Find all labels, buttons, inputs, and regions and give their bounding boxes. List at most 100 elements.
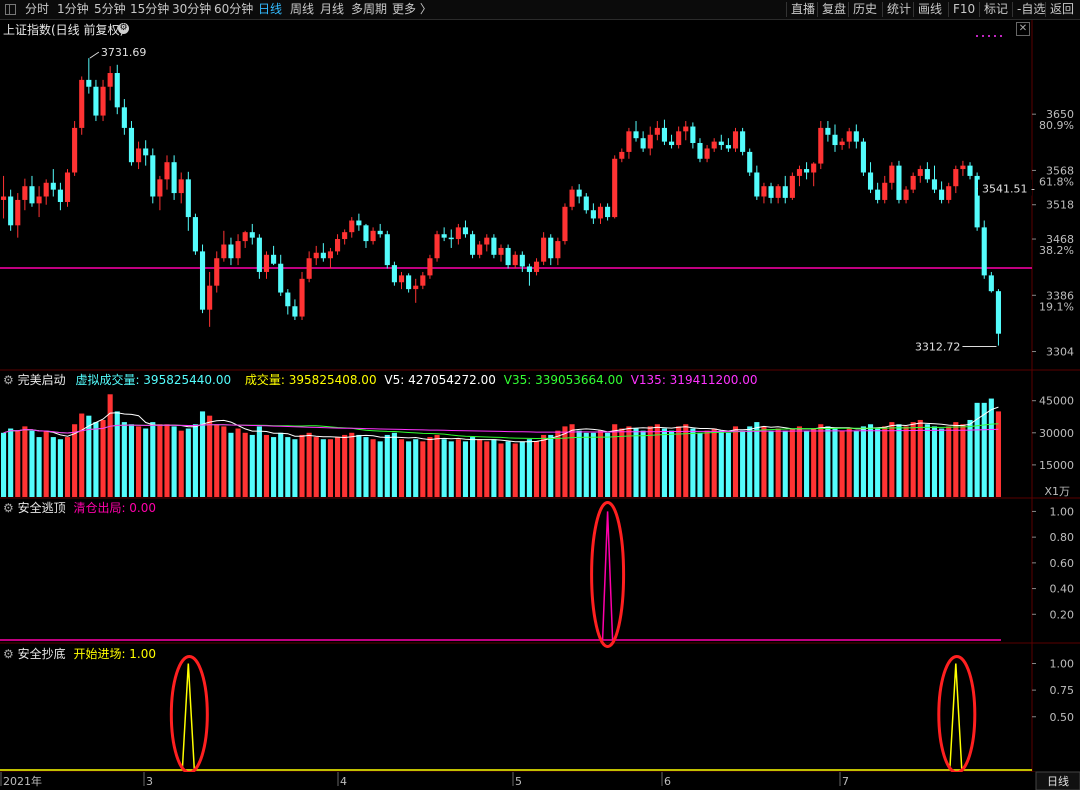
candle-body <box>136 148 142 163</box>
volume-bar <box>661 428 668 497</box>
toolbar-item-7[interactable]: 周线 <box>290 2 314 17</box>
candle-body <box>384 234 390 266</box>
volume-bar <box>79 413 85 497</box>
toolbar-item-1[interactable]: 1分钟 <box>57 2 89 17</box>
toolbar-right-item-8[interactable]: 返回 <box>1050 2 1074 17</box>
toolbar-right-item-4[interactable]: 画线 <box>918 2 942 17</box>
volume-bar <box>619 428 625 497</box>
close-chart-icon[interactable]: ✕ <box>1016 22 1030 36</box>
candle-body <box>178 179 184 194</box>
volume-bar <box>995 411 1002 497</box>
volume-bar <box>434 434 440 497</box>
volume-bar <box>818 424 824 497</box>
v5-label: V5: 427054272.00 <box>384 373 496 387</box>
candle-body <box>143 148 149 156</box>
volume-bar <box>242 432 248 497</box>
candle-body <box>100 86 106 116</box>
volume-bar <box>334 437 341 497</box>
candle-body <box>434 234 440 259</box>
volume-axis-label: 15000 <box>1039 459 1074 472</box>
candle-body <box>697 142 703 159</box>
candle-body <box>370 230 376 242</box>
volume-ma-135 <box>3 424 999 434</box>
candle-body <box>711 141 717 149</box>
candle-body <box>278 263 284 293</box>
candle-body <box>22 186 28 200</box>
toolbar-right-item-7[interactable]: -自选 <box>1017 2 1045 17</box>
escape-axis-label: 1.00 <box>1050 505 1075 518</box>
toolbar-right-item-5[interactable]: F10 <box>953 2 975 17</box>
candle-body <box>526 266 532 272</box>
toolbar-item-2[interactable]: 5分钟 <box>94 2 126 17</box>
toolbar-item-6[interactable]: 日线 <box>258 2 282 17</box>
volume-bar <box>647 426 653 497</box>
candle-body <box>619 151 625 159</box>
toolbar-divider <box>848 2 849 17</box>
toolbar-right-item-6[interactable]: 标记 <box>984 2 1008 17</box>
volume-bar <box>249 434 255 497</box>
volume-bar <box>718 430 724 497</box>
candle-body <box>349 220 355 233</box>
candle-body <box>114 73 120 108</box>
bottom-signal-spike <box>949 663 963 771</box>
toolbar-item-4[interactable]: 30分钟 <box>172 2 211 17</box>
escape-axis-label: 0.20 <box>1050 608 1075 621</box>
toolbar-divider <box>913 2 914 17</box>
gear-icon[interactable]: ⚙ <box>3 373 14 387</box>
toolbar-item-8[interactable]: 月线 <box>320 2 344 17</box>
toolbar-divider <box>817 2 818 17</box>
panel-toggle-icon[interactable] <box>5 4 16 15</box>
volume-bar <box>128 424 135 497</box>
candle-body <box>491 237 497 255</box>
volume-bar <box>605 432 611 497</box>
candle-body <box>79 79 85 128</box>
volume-bar <box>72 424 78 497</box>
candle-body <box>690 126 696 143</box>
candle-body <box>285 292 291 307</box>
volume-bar <box>398 439 405 497</box>
candle-body <box>804 169 810 173</box>
toolbar-right-item-0[interactable]: 直播 <box>791 2 815 17</box>
gear-icon[interactable]: ⚙ <box>3 647 14 661</box>
candle-body <box>235 241 241 259</box>
bottom-highlight-ring <box>937 655 977 774</box>
volume-bar <box>640 430 646 497</box>
toolbar-right-item-2[interactable]: 历史 <box>853 2 877 17</box>
toolbar-item-9[interactable]: 多周期 <box>351 2 387 17</box>
candle-body <box>207 285 213 310</box>
candle-body <box>342 232 348 240</box>
volume-bar <box>107 394 113 497</box>
toolbar-right-item-3[interactable]: 统计 <box>887 2 911 17</box>
volume-bar <box>988 398 994 497</box>
gear-icon[interactable]: ⚙ <box>3 501 14 515</box>
volume-bar <box>150 422 156 497</box>
candle-body <box>839 141 845 146</box>
toolbar-item-5[interactable]: 60分钟 <box>214 2 253 17</box>
candle-body <box>0 196 7 200</box>
volume-bar <box>796 426 803 497</box>
toolbar-item-3[interactable]: 15分钟 <box>130 2 169 17</box>
settings-gear-icon[interactable]: ⚙ <box>118 23 129 34</box>
chart-canvas: 365080.9% 356861.8% 3518 346838.2% 338619.1%… <box>0 20 1080 790</box>
candle-body <box>377 230 383 235</box>
candle-body <box>576 189 582 197</box>
volume-bar <box>683 424 689 497</box>
candle-body <box>917 169 923 176</box>
toolbar-item-10[interactable]: 更多 〉 <box>392 2 432 17</box>
bottom-signal-spike <box>181 663 196 771</box>
volume-bar <box>967 419 973 497</box>
candle-body <box>924 169 930 180</box>
toolbar-right-item-1[interactable]: 复盘 <box>822 2 846 17</box>
volume-bar <box>597 430 604 497</box>
bottom-panel-header: ⚙ 安全抄底 开始进场: 1.00 <box>3 645 156 662</box>
volume-bar <box>235 428 241 497</box>
price-axis-label: 3468 <box>1046 233 1074 246</box>
candle-body <box>668 141 675 146</box>
volume-bar <box>533 441 540 497</box>
escape-highlight-ring <box>590 501 626 648</box>
volume-bar <box>875 428 881 497</box>
volume-bar <box>484 441 490 497</box>
volume-ma-35 <box>3 423 999 440</box>
toolbar-item-0[interactable]: 分时 <box>25 2 49 17</box>
candle-body <box>150 155 156 197</box>
